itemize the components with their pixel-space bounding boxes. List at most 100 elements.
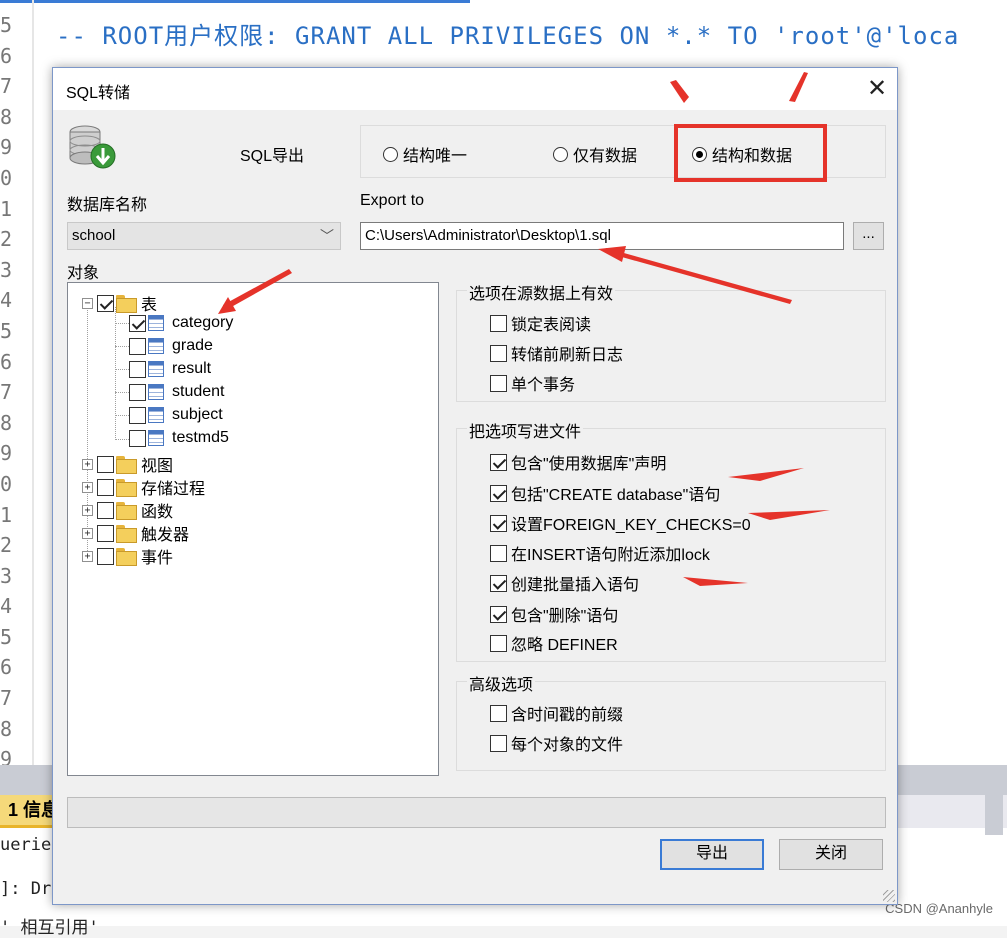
browse-button[interactable]: ...	[853, 222, 884, 250]
tree-node-table[interactable]: testmd5	[129, 429, 229, 447]
checkbox[interactable]	[490, 374, 507, 392]
line-number: 8	[0, 104, 13, 129]
sql-comment-line[interactable]: -- ROOT用户权限: GRANT ALL PRIVILEGES ON *.*…	[56, 16, 959, 51]
tree-node-triggers[interactable]: + 触发器	[82, 521, 189, 545]
option-create-database[interactable]: 包括"CREATE database"语句	[490, 481, 720, 505]
option-file-per-object[interactable]: 每个对象的文件	[490, 731, 623, 755]
database-select[interactable]: school ﹀	[67, 222, 341, 250]
option-foreign-key-checks[interactable]: 设置FOREIGN_KEY_CHECKS=0	[490, 511, 751, 535]
checkbox[interactable]	[490, 484, 507, 502]
close-icon[interactable]: ✕	[861, 74, 893, 104]
checkbox[interactable]	[490, 514, 507, 532]
line-number: 8	[0, 716, 13, 741]
tree-node-views[interactable]: + 视图	[82, 452, 173, 476]
line-number: 6	[0, 43, 13, 68]
output-text: uerie	[0, 835, 52, 855]
line-number: 0	[0, 165, 13, 190]
checkbox[interactable]	[129, 360, 146, 378]
option-flush-logs[interactable]: 转储前刷新日志	[490, 341, 623, 365]
radio-structure-only[interactable]: 结构唯一	[383, 142, 467, 166]
option-insert-lock[interactable]: 在INSERT语句附近添加lock	[490, 541, 710, 565]
radio-data-only[interactable]: 仅有数据	[553, 142, 637, 166]
export-path-input[interactable]: C:\Users\Administrator\Desktop\1.sql	[360, 222, 844, 250]
tree-node-table[interactable]: category	[129, 314, 233, 332]
tree-node-functions[interactable]: + 函数	[82, 498, 173, 522]
checkbox[interactable]	[97, 547, 114, 565]
source-options-title: 选项在源数据上有效	[467, 280, 616, 304]
option-lock-tables[interactable]: 锁定表阅读	[490, 311, 591, 335]
option-single-transaction[interactable]: 单个事务	[490, 371, 575, 395]
option-bulk-insert[interactable]: 创建批量插入语句	[490, 571, 639, 595]
radio-circle[interactable]	[553, 146, 568, 162]
expand-icon[interactable]: +	[82, 481, 93, 493]
resize-grip-icon[interactable]	[883, 890, 895, 902]
expand-icon[interactable]: +	[82, 527, 93, 539]
line-number: 3	[0, 257, 13, 282]
checkbox[interactable]	[129, 429, 146, 447]
expand-icon[interactable]: +	[82, 504, 93, 516]
database-select-value: school	[72, 227, 116, 244]
checkbox[interactable]	[129, 383, 146, 401]
export-button[interactable]: 导出	[660, 839, 764, 870]
expand-icon[interactable]: +	[82, 550, 93, 562]
checkbox[interactable]	[490, 314, 507, 332]
line-number: 5	[0, 624, 13, 649]
option-timestamp-prefix[interactable]: 含时间戳的前缀	[490, 701, 623, 725]
table-icon	[148, 407, 164, 423]
chevron-down-icon[interactable]: ﹀	[320, 223, 334, 249]
line-number: 7	[0, 74, 13, 99]
objects-label: 对象	[67, 265, 100, 282]
close-button[interactable]: 关闭	[779, 839, 883, 870]
line-number: 6	[0, 349, 13, 374]
checkbox[interactable]	[97, 455, 114, 473]
line-number: 2	[0, 227, 13, 252]
table-icon	[148, 315, 164, 331]
option-label: 包含"使用数据库"声明	[511, 456, 667, 473]
gutter-divider	[32, 0, 34, 765]
checkbox[interactable]	[490, 344, 507, 362]
scrollbar[interactable]	[985, 765, 1003, 835]
tree-node-table[interactable]: grade	[129, 337, 213, 355]
folder-icon	[116, 548, 137, 566]
checkbox[interactable]	[97, 501, 114, 519]
file-options-title: 把选项写进文件	[467, 418, 584, 442]
checkbox[interactable]	[129, 337, 146, 355]
option-use-database[interactable]: 包含"使用数据库"声明	[490, 450, 666, 474]
checkbox[interactable]	[490, 544, 507, 562]
option-drop-statements[interactable]: 包含"删除"语句	[490, 602, 618, 626]
object-tree[interactable]: − 表 category grade result student subjec…	[67, 282, 439, 776]
tree-node-label: subject	[172, 406, 223, 423]
tree-node-events[interactable]: + 事件	[82, 544, 173, 568]
tree-node-table[interactable]: result	[129, 360, 211, 378]
radio-circle[interactable]	[383, 146, 398, 162]
collapse-icon[interactable]: −	[82, 297, 93, 309]
tree-node-procedures[interactable]: + 存储过程	[82, 475, 205, 499]
tree-node-tables[interactable]: − 表	[82, 291, 157, 315]
tree-node-table[interactable]: subject	[129, 406, 223, 424]
checkbox[interactable]	[490, 704, 507, 722]
dialog-titlebar[interactable]: SQL转储 ✕	[53, 68, 897, 110]
checkbox[interactable]	[490, 734, 507, 752]
option-label: 创建批量插入语句	[511, 577, 640, 594]
tree-node-label: 函数	[141, 504, 174, 521]
tree-node-label: category	[172, 314, 234, 331]
checkbox[interactable]	[490, 605, 507, 623]
checkbox[interactable]	[490, 634, 507, 652]
option-ignore-definer[interactable]: 忽略 DEFINER	[490, 631, 618, 655]
checkbox[interactable]	[97, 294, 114, 312]
tree-node-table[interactable]: student	[129, 383, 224, 401]
checkbox[interactable]	[490, 453, 507, 471]
tree-guide	[115, 346, 129, 347]
option-label: 包括"CREATE database"语句	[511, 487, 721, 504]
tree-guide	[115, 369, 129, 370]
line-number: 0	[0, 471, 13, 496]
checkbox[interactable]	[129, 314, 146, 332]
checkbox[interactable]	[129, 406, 146, 424]
option-label: 含时间戳的前缀	[511, 707, 624, 724]
expand-icon[interactable]: +	[82, 458, 93, 470]
checkbox[interactable]	[97, 478, 114, 496]
tree-guide	[115, 415, 129, 416]
line-number: 6	[0, 655, 13, 680]
checkbox[interactable]	[490, 574, 507, 592]
checkbox[interactable]	[97, 524, 114, 542]
